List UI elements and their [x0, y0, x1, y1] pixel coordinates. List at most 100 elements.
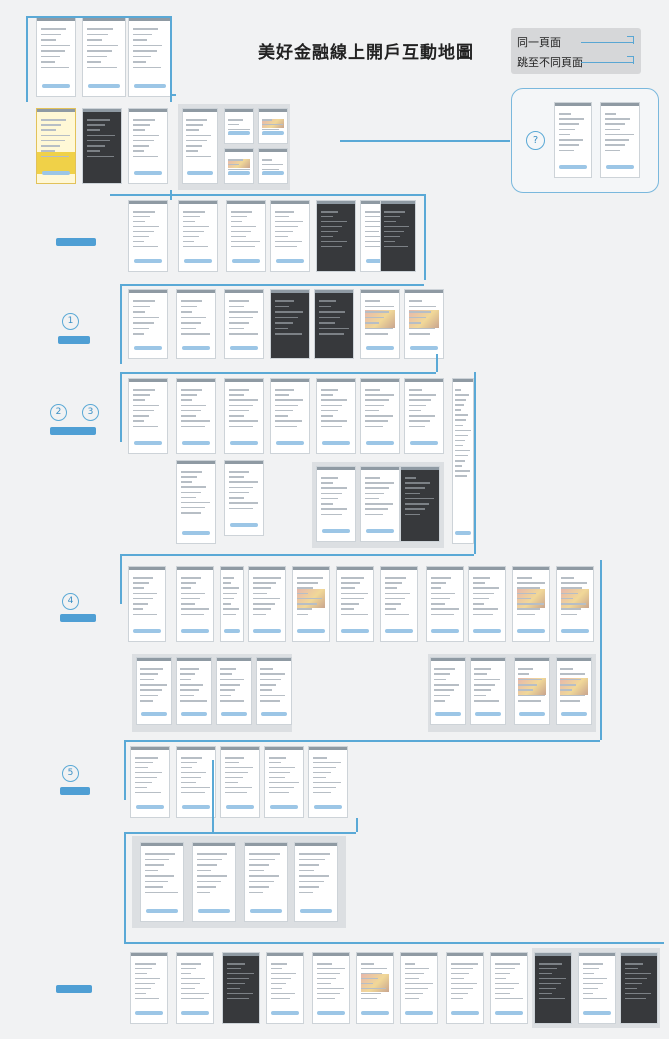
screen-text-line [450, 997, 464, 1000]
screen-text-line [384, 582, 402, 584]
screen-text-line [87, 44, 118, 46]
screen-text-line [180, 327, 197, 329]
screen-text-line [145, 864, 164, 866]
screen-text-line [538, 963, 562, 965]
screen-text-line [455, 429, 471, 432]
screen-text-line [40, 134, 71, 137]
screen-status-bar [381, 201, 415, 204]
screen-text-line [180, 997, 204, 1000]
screen-text-line [86, 155, 114, 158]
screen-text-line [260, 694, 285, 697]
screen-text-line [274, 311, 303, 313]
screen-text-line [455, 449, 471, 452]
screen-button [261, 712, 287, 716]
screen-text-line [450, 967, 474, 970]
screen-text-line [132, 124, 150, 126]
screen-text-line [320, 425, 342, 428]
screen-text-line [274, 404, 298, 407]
screen-text-line [134, 776, 157, 779]
screen-text-line [404, 977, 420, 980]
screen-button [451, 1011, 479, 1015]
screen-text-line [582, 977, 608, 980]
screen-text-line [261, 163, 283, 166]
screen-text-line [518, 694, 546, 697]
screen-text-line [145, 886, 163, 888]
screen-text-line [494, 963, 520, 965]
screen-text-line [316, 987, 345, 990]
screen-text-line [224, 766, 253, 769]
screen-text-line [364, 409, 380, 412]
screen-text-line [40, 119, 66, 121]
screen-text-line [268, 761, 281, 764]
screen-button [141, 712, 167, 716]
screen-thumbnail [248, 566, 286, 642]
screen-text-line [274, 230, 294, 233]
step-marker: 2 [50, 404, 67, 421]
screen-status-bar [313, 953, 349, 956]
screen-text-line [408, 316, 426, 318]
screen-thumbnail [82, 17, 126, 97]
screen-text-line [180, 977, 205, 980]
screen-status-bar [83, 109, 121, 112]
screen-text-line [450, 972, 469, 975]
screen-text-line [320, 245, 342, 248]
screen-text-line [87, 61, 102, 63]
screen-text-line [455, 394, 469, 396]
screen-text-line [230, 245, 256, 248]
screen-text-line [40, 28, 66, 30]
screen-text-line [455, 434, 468, 437]
screen-text-line [180, 694, 195, 697]
screen-status-bar [271, 201, 309, 204]
screen-text-line [228, 425, 253, 428]
screen-text-line [494, 987, 515, 990]
screen-status-bar [317, 379, 355, 382]
screen-text-line [132, 145, 150, 147]
screen-text-line [134, 757, 158, 759]
screen-text-line [274, 316, 298, 318]
screen-text-line [180, 684, 204, 686]
legend-same-page-label: 同一頁面 [517, 36, 561, 49]
screen-text-line [404, 982, 433, 985]
screen-text-line [296, 613, 308, 616]
screen-text-line [197, 858, 222, 860]
screen-text-line [274, 415, 289, 417]
screen-text-line [518, 684, 538, 686]
screen-text-line [408, 420, 431, 422]
page-title: 美好金融線上開戶互動地圖 [258, 43, 474, 63]
screen-text-line [404, 963, 416, 965]
screen-text-line [516, 587, 541, 589]
screen-thumbnail [224, 460, 264, 536]
screen-text-line [320, 497, 338, 500]
screen-text-line [560, 694, 585, 697]
screen-button [341, 629, 369, 633]
screen-text-line [538, 992, 552, 995]
screen-text-line [145, 875, 174, 877]
screen-text-line [132, 333, 145, 335]
screen-text-line [224, 757, 244, 759]
screen-text-line [560, 587, 583, 589]
screen-text-line [180, 471, 203, 473]
screen-text-line [180, 409, 202, 412]
screen-text-line [270, 992, 296, 995]
screen-text-line [312, 786, 336, 789]
screen-button [181, 531, 211, 535]
screen-thumbnail [400, 466, 440, 542]
screen-text-line [86, 150, 100, 152]
screen-text-line [134, 987, 151, 990]
screen-text-line [408, 409, 421, 412]
screen-text-line [145, 869, 159, 871]
screen-text-line [87, 66, 117, 68]
flow-connector [120, 372, 122, 442]
screen-text-line [408, 389, 422, 391]
screen-text-line [132, 327, 150, 329]
screen-text-line [252, 608, 271, 610]
step-marker: 4 [62, 593, 79, 610]
screen-status-bar [225, 109, 253, 112]
screen-thumbnail [404, 378, 444, 454]
screen-button [181, 441, 211, 445]
screen-text-line [220, 700, 244, 702]
screen-thumbnail [514, 657, 550, 725]
screen-text-line [318, 311, 345, 313]
screen-status-bar [177, 953, 213, 956]
screen-button [181, 712, 207, 716]
